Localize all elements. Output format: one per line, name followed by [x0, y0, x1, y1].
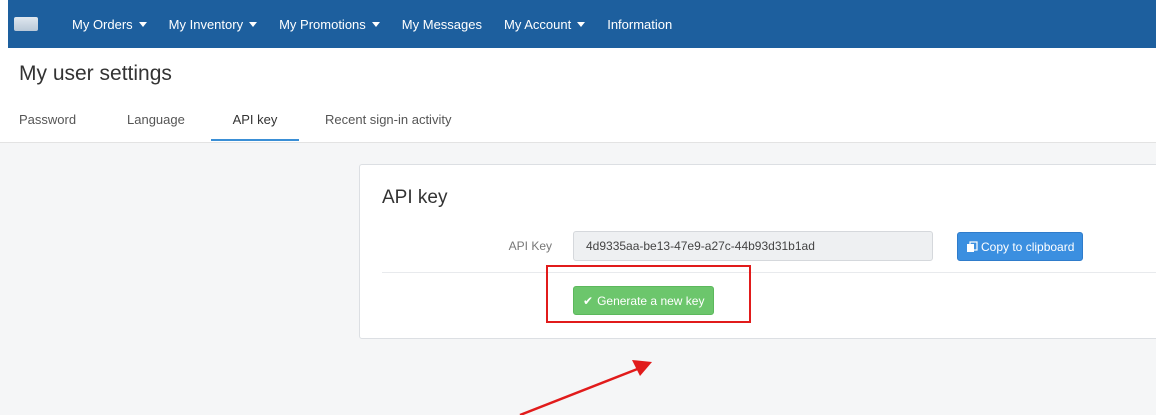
caret-down-icon — [577, 21, 586, 27]
tab-language[interactable]: Language — [127, 98, 187, 141]
tab-recent-sign-in-activity[interactable]: Recent sign-in activity — [325, 98, 475, 141]
nav-item-label: My Inventory — [168, 16, 244, 32]
app-window: My Orders My Inventory My Promotions My … — [0, 0, 1156, 415]
card-title: API key — [382, 187, 448, 208]
card-divider — [382, 272, 1156, 273]
clipboard-icon — [967, 240, 978, 252]
app-logo-icon[interactable] — [14, 17, 38, 31]
annotation-highlight-box — [546, 265, 751, 323]
caret-down-icon — [138, 21, 147, 27]
top-navbar: My Orders My Inventory My Promotions My … — [8, 0, 1156, 48]
nav-item-my-promotions[interactable]: My Promotions — [279, 17, 380, 32]
tab-password[interactable]: Password — [19, 98, 81, 141]
nav-item-label: Information — [607, 16, 673, 32]
tab-api-key[interactable]: API key — [211, 98, 299, 141]
settings-tabs: Password Language API key Recent sign-in… — [0, 98, 1156, 143]
nav-item-my-inventory[interactable]: My Inventory — [168, 16, 258, 32]
nav-item-label: My Promotions — [279, 16, 366, 32]
nav-item-my-orders[interactable]: My Orders — [72, 17, 147, 32]
nav-item-label: My Messages — [401, 16, 482, 32]
api-key-field[interactable] — [573, 231, 933, 261]
copy-to-clipboard-button[interactable]: Copy to clipboard — [957, 232, 1084, 261]
api-key-label: API Key — [508, 239, 552, 253]
nav-item-label: My Orders — [72, 16, 133, 32]
copy-button-label: Copy to clipboard — [981, 239, 1075, 254]
nav-item-label: My Account — [504, 16, 572, 32]
caret-down-icon — [249, 21, 258, 27]
nav-item-my-messages[interactable]: My Messages — [402, 17, 482, 32]
caret-down-icon — [371, 21, 380, 27]
page-title: My user settings — [19, 62, 172, 85]
nav-item-information[interactable]: Information — [607, 17, 672, 32]
api-key-card: API key API Key Copy to clipboard ✔ Gene… — [359, 164, 1156, 339]
nav-item-my-account[interactable]: My Account — [504, 16, 586, 32]
